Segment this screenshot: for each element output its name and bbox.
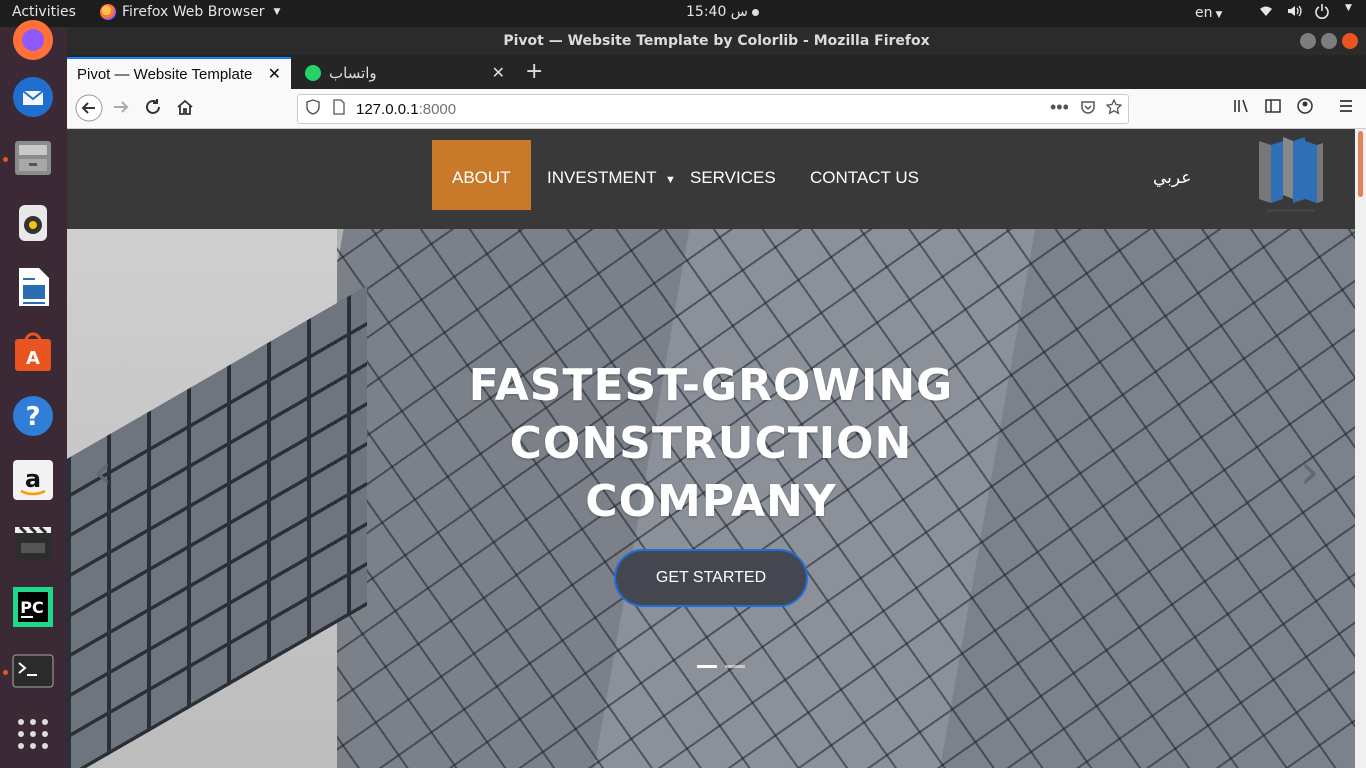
close-icon[interactable]: ✕: [492, 63, 505, 83]
firefox-icon: [100, 4, 116, 20]
files-icon[interactable]: [10, 134, 56, 180]
clock[interactable]: 15:40 س: [686, 4, 759, 20]
bookmark-star-icon[interactable]: [1105, 98, 1123, 119]
hero-headline: FASTEST-GROWING CONSTRUCTION COMPANY: [407, 357, 1015, 531]
slider-prev-icon[interactable]: ‹: [93, 444, 112, 500]
amazon-icon[interactable]: a: [10, 457, 56, 503]
tab-label: واتساب: [329, 65, 377, 82]
rhythmbox-icon[interactable]: [10, 200, 56, 246]
window-title: Pivot — Website Template by Colorlib - M…: [503, 33, 930, 49]
hamburger-menu-icon[interactable]: [1337, 97, 1355, 120]
app-menu[interactable]: Firefox Web Browser ▼: [100, 4, 280, 20]
window-title-bar[interactable]: Pivot — Website Template by Colorlib - M…: [67, 27, 1366, 55]
svg-text:a: a: [25, 465, 41, 493]
clock-label: 15:40 س: [686, 4, 748, 20]
url-port: :8000: [418, 101, 457, 118]
whatsapp-icon: [305, 65, 321, 81]
more-actions-icon[interactable]: •••: [1050, 97, 1069, 118]
web-page: ABOUT INVESTMENT ▼ SERVICES CONTACT US ع…: [67, 129, 1355, 768]
power-icon: [1314, 3, 1330, 23]
url-text: 127.0.0.1:8000: [356, 101, 456, 118]
account-icon[interactable]: [1296, 97, 1314, 120]
pocket-icon[interactable]: [1080, 99, 1096, 119]
language-selector[interactable]: en ▼: [1195, 5, 1222, 21]
video-editor-icon[interactable]: [10, 520, 56, 566]
back-button[interactable]: [75, 94, 103, 127]
navigation-toolbar: 127.0.0.1:8000 •••: [67, 89, 1366, 129]
chevron-down-icon: ▼: [1345, 3, 1352, 13]
shield-icon[interactable]: [306, 99, 320, 119]
url-host: 127.0.0.1: [356, 101, 419, 118]
terminal-icon[interactable]: [10, 648, 56, 694]
software-center-icon[interactable]: A: [10, 328, 56, 374]
window-controls: [1300, 33, 1358, 49]
sidebar-icon[interactable]: [1264, 97, 1282, 120]
nav-about[interactable]: ABOUT: [432, 140, 531, 210]
tab-bar: Pivot — Website Template by Colorlib ✕ و…: [67, 55, 1366, 89]
slide-indicator[interactable]: [725, 665, 745, 668]
close-window-button[interactable]: [1342, 33, 1358, 49]
pycharm-icon[interactable]: PC: [10, 584, 56, 630]
libreoffice-writer-icon[interactable]: [10, 264, 56, 310]
reload-button[interactable]: [143, 97, 163, 122]
hero-headline-line: FASTEST-GROWING: [468, 360, 954, 411]
nav-investment-label: INVESTMENT: [547, 168, 657, 187]
scrollbar-thumb[interactable]: [1358, 131, 1363, 197]
language-switch-link[interactable]: عربي: [1153, 168, 1191, 188]
svg-text:?: ?: [25, 402, 40, 432]
nav-contact[interactable]: CONTACT US: [790, 140, 939, 210]
close-icon[interactable]: ✕: [268, 64, 281, 84]
svg-text:PC: PC: [20, 598, 43, 617]
site-logo[interactable]: [1257, 131, 1325, 217]
tab-label: Pivot — Website Template by Colorlib: [77, 65, 257, 83]
wifi-icon: [1258, 3, 1274, 23]
running-indicator: [3, 157, 8, 162]
get-started-button[interactable]: GET STARTED: [614, 549, 808, 607]
library-icon[interactable]: [1232, 97, 1250, 120]
page-icon: [332, 99, 346, 119]
slider-indicators: [697, 665, 745, 668]
running-indicator: [3, 670, 8, 675]
language-label: en: [1195, 5, 1213, 21]
volume-icon: [1286, 3, 1302, 23]
firefox-icon[interactable]: [10, 17, 56, 63]
help-icon[interactable]: ?: [10, 393, 56, 439]
tab-whatsapp[interactable]: واتساب ✕: [295, 57, 515, 89]
maximize-button[interactable]: [1321, 33, 1337, 49]
tab-pivot[interactable]: Pivot — Website Template by Colorlib ✕: [67, 57, 291, 89]
site-header: ABOUT INVESTMENT ▼ SERVICES CONTACT US ع…: [67, 129, 1355, 229]
home-button[interactable]: [175, 97, 195, 122]
slide-indicator[interactable]: [697, 665, 717, 668]
notification-dot-icon: [751, 8, 759, 16]
url-bar[interactable]: 127.0.0.1:8000 •••: [297, 94, 1129, 124]
system-top-bar: Activities Firefox Web Browser ▼ 15:40 س…: [0, 0, 1366, 27]
thunderbird-icon[interactable]: [10, 74, 56, 120]
nav-services[interactable]: SERVICES: [670, 140, 796, 210]
svg-text:A: A: [26, 348, 40, 369]
page-scrollbar[interactable]: [1355, 129, 1366, 768]
dock: A ? a PC: [0, 20, 67, 768]
show-apps-icon[interactable]: [10, 711, 56, 757]
new-tab-button[interactable]: +: [525, 59, 543, 84]
slider-next-icon[interactable]: ›: [1300, 444, 1319, 500]
forward-button[interactable]: [111, 97, 131, 122]
hero-slider: FASTEST-GROWING CONSTRUCTION COMPANY GET…: [67, 229, 1355, 768]
hero-headline-line: COMPANY: [585, 476, 837, 527]
app-menu-label: Firefox Web Browser: [122, 4, 265, 20]
system-menu[interactable]: ▼: [1258, 3, 1352, 23]
minimize-button[interactable]: [1300, 33, 1316, 49]
hero-headline-line: CONSTRUCTION: [509, 418, 913, 469]
chevron-down-icon: ▼: [1215, 10, 1223, 20]
chevron-down-icon: ▼: [273, 7, 281, 17]
